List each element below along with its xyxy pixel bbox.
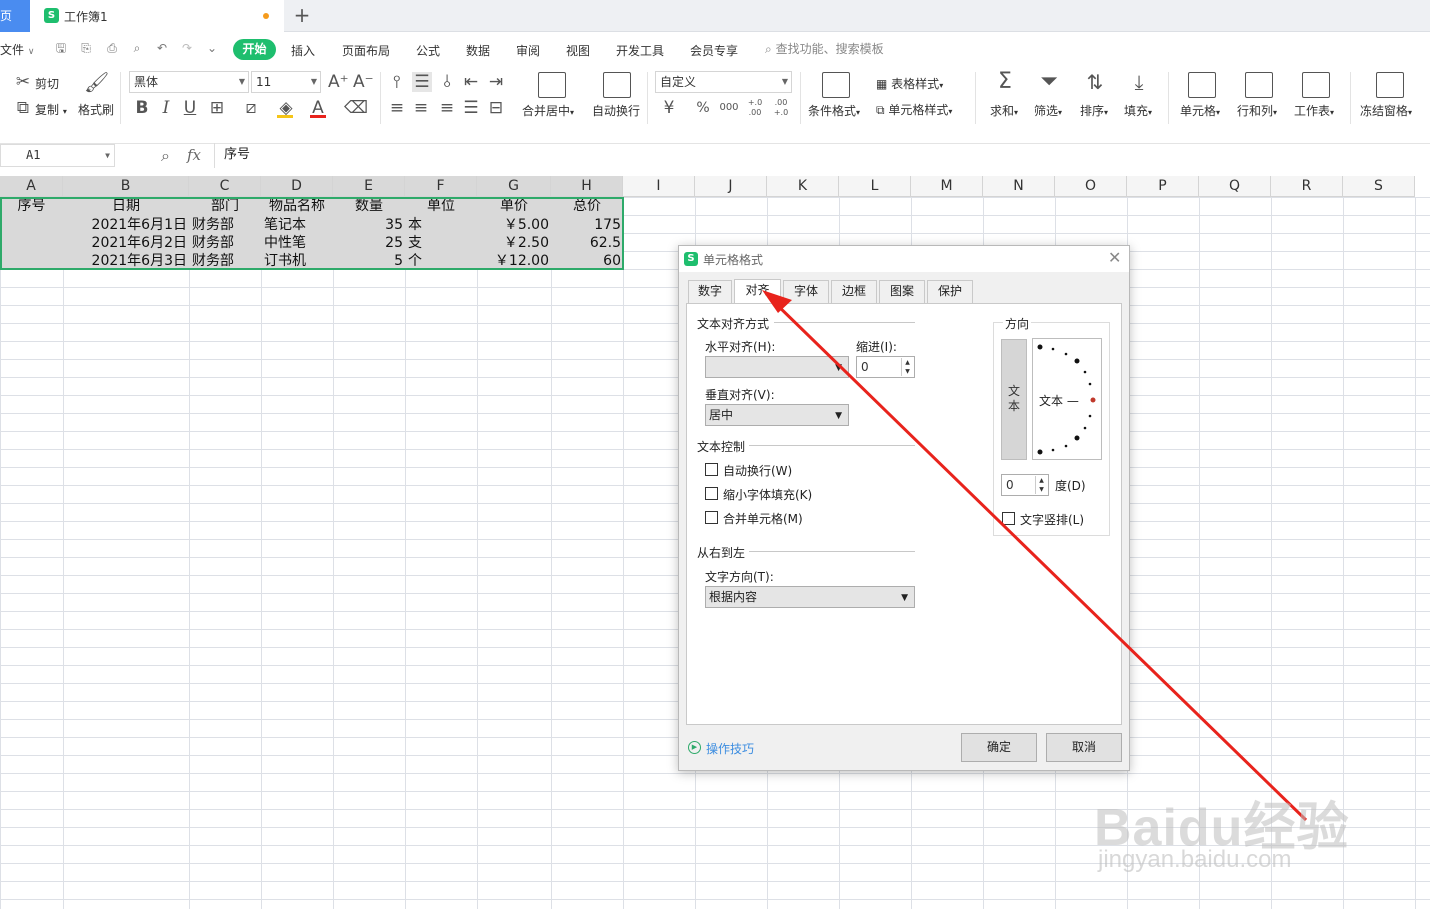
baidu-watermark-url: jingyan.baidu.com bbox=[1098, 846, 1292, 873]
annotation-arrow-icon bbox=[762, 290, 1308, 822]
